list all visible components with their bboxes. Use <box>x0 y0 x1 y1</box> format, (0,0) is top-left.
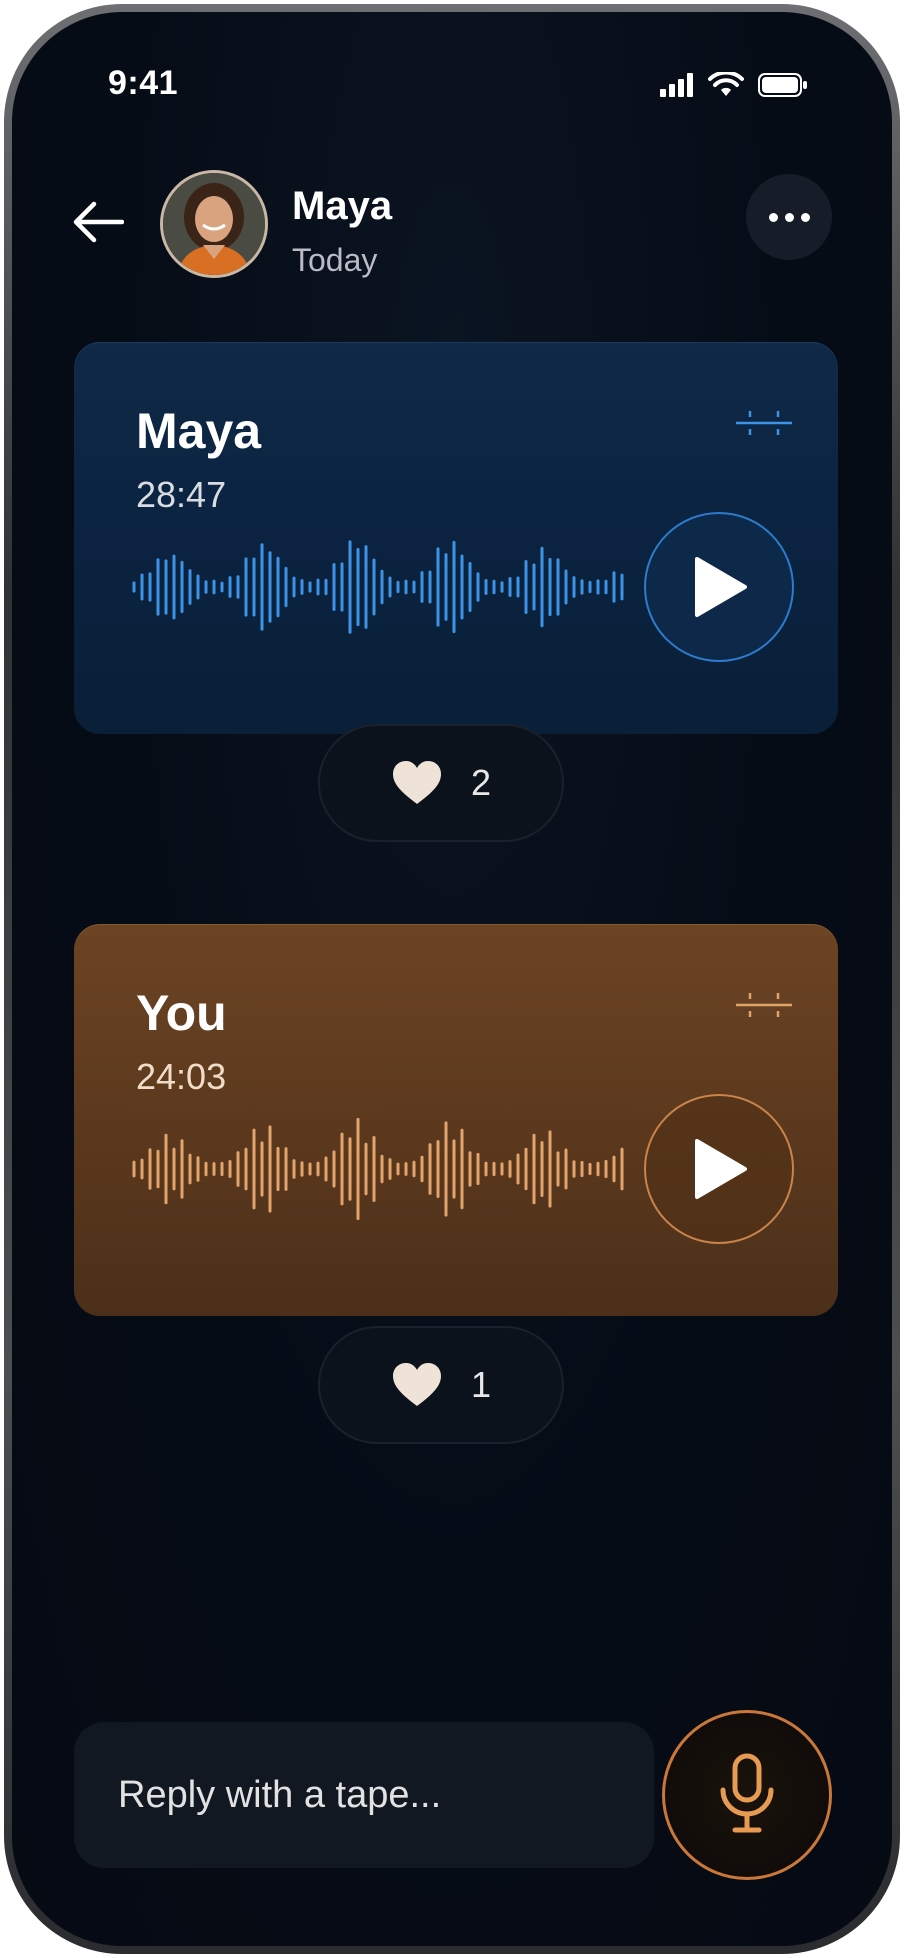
reply-field[interactable] <box>74 1722 654 1868</box>
waveform[interactable] <box>130 532 630 642</box>
tape-card[interactable]: You 24:03 <box>74 924 838 1316</box>
play-button[interactable] <box>644 1094 794 1244</box>
phone-frame: 9:41 Maya Today Maya 28:47 2 You 24:03 1… <box>4 4 900 1954</box>
contact-name: Maya <box>292 184 393 228</box>
like-button[interactable]: 1 <box>318 1326 564 1444</box>
tape-duration: 28:47 <box>136 474 227 515</box>
trim-icon[interactable] <box>734 990 794 1020</box>
reply-input[interactable] <box>74 1722 654 1868</box>
like-button[interactable]: 2 <box>318 724 564 842</box>
record-button[interactable] <box>662 1710 832 1880</box>
trim-icon[interactable] <box>734 408 794 438</box>
microphone-icon <box>720 1753 774 1833</box>
back-button[interactable] <box>68 192 128 252</box>
avatar[interactable] <box>160 170 268 278</box>
play-icon <box>695 557 747 617</box>
dot <box>800 212 810 222</box>
like-count: 2 <box>470 762 492 803</box>
like-count: 1 <box>470 1364 492 1405</box>
heart-icon <box>392 761 441 804</box>
signal-icon <box>660 73 693 97</box>
tape-sender: Maya <box>136 403 262 459</box>
contact-subtitle: Today <box>292 242 378 278</box>
more-options-button[interactable] <box>746 174 832 260</box>
screen: 9:41 Maya Today Maya 28:47 2 You 24:03 1… <box>12 12 892 1946</box>
tape-sender: You <box>136 985 227 1041</box>
wifi-icon <box>708 72 744 96</box>
waveform[interactable] <box>130 1114 630 1224</box>
status-time: 9:41 <box>108 64 179 102</box>
dot <box>784 212 794 222</box>
heart-icon <box>392 1363 441 1406</box>
dot <box>768 212 778 222</box>
play-button[interactable] <box>644 512 794 662</box>
battery-icon <box>758 73 807 97</box>
tape-card[interactable]: Maya 28:47 <box>74 342 838 734</box>
status-icons <box>660 72 808 98</box>
play-icon <box>695 1139 747 1199</box>
arrow-left-icon <box>73 201 124 243</box>
person-photo-icon <box>163 173 265 275</box>
tape-duration: 24:03 <box>136 1056 227 1097</box>
